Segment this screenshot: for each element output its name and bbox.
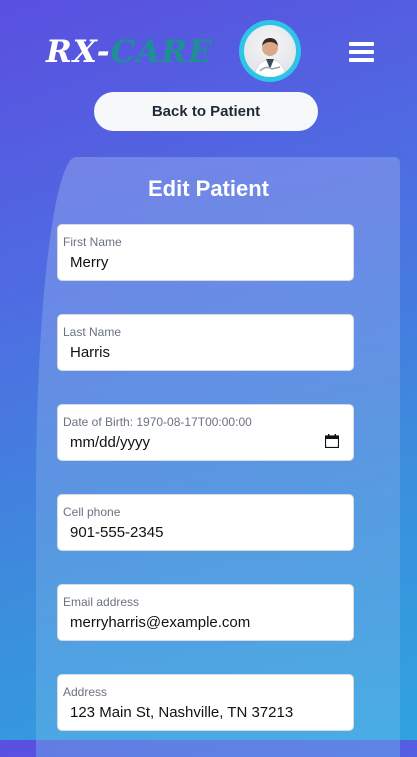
address-value[interactable]: 123 Main St, Nashville, TN 37213 [70, 704, 293, 721]
email-address-field[interactable]: Email address merryharris@example.com [57, 584, 354, 641]
user-avatar[interactable] [239, 20, 301, 82]
last-name-field[interactable]: Last Name Harris [57, 314, 354, 371]
cell-phone-field[interactable]: Cell phone 901-555-2345 [57, 494, 354, 551]
logo-text-part1: RX- [46, 34, 111, 70]
address-field[interactable]: Address 123 Main St, Nashville, TN 37213 [57, 674, 354, 731]
first-name-value[interactable]: Merry [70, 254, 108, 271]
cell-phone-label: Cell phone [63, 505, 121, 519]
logo-text-part2: CARE [110, 34, 213, 70]
date-of-birth-label: Date of Birth: 1970-08-17T00:00:00 [63, 415, 252, 429]
hamburger-menu-icon[interactable] [349, 42, 374, 62]
page-title: Edit Patient [147, 176, 269, 201]
last-name-value[interactable]: Harris [70, 344, 110, 361]
date-of-birth-field[interactable]: Date of Birth: 1970-08-17T00:00:00 mm/dd… [57, 404, 354, 461]
address-label: Address [63, 685, 108, 699]
email-address-value[interactable]: merryharris@example.com [70, 614, 250, 631]
app-logo[interactable]: RX-CARE [46, 34, 213, 70]
first-name-field[interactable]: First Name Merry [57, 224, 354, 281]
back-to-patient-button[interactable]: Back to Patient [94, 92, 318, 131]
date-of-birth-value[interactable]: mm/dd/yyyy [70, 434, 150, 451]
doctor-avatar-icon [244, 25, 296, 77]
first-name-label: First Name [63, 235, 122, 249]
email-address-label: Email address [63, 595, 140, 609]
calendar-icon[interactable] [325, 434, 339, 448]
last-name-label: Last Name [63, 325, 122, 339]
cell-phone-value[interactable]: 901-555-2345 [70, 524, 163, 541]
